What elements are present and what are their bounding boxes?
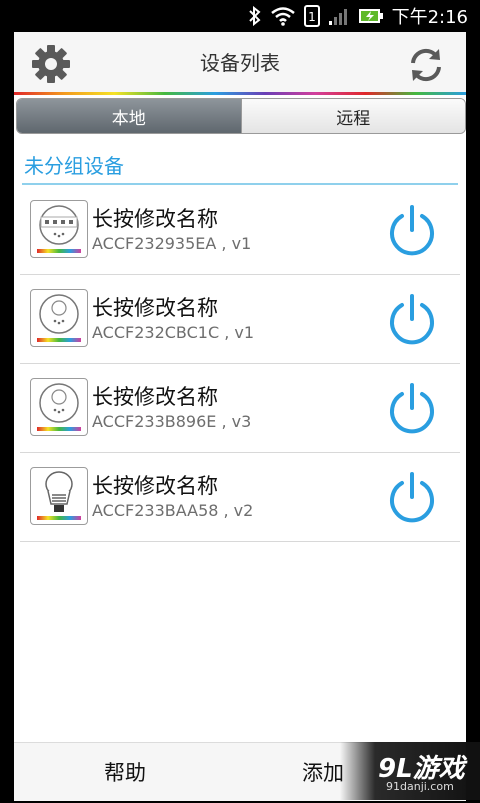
device-row[interactable]: 长按修改名称 ACCF232935EA , v1: [20, 186, 460, 275]
refresh-icon[interactable]: [406, 45, 446, 85]
round-controller-icon: [30, 378, 88, 436]
group-divider: [22, 183, 458, 185]
device-list: 长按修改名称 ACCF232935EA , v1 长按修改名称 ACCF232C…: [20, 186, 460, 542]
device-id: ACCF233BAA58 , v2: [92, 501, 254, 520]
group-title: 未分组设备: [24, 154, 124, 178]
rainbow-divider: [14, 92, 466, 95]
svg-text:1: 1: [308, 10, 316, 24]
led-bulb-icon: [30, 467, 88, 525]
title-bar: 设备列表: [14, 32, 466, 92]
status-icons: 1 下午2:16: [248, 0, 468, 32]
help-button[interactable]: 帮助: [104, 743, 146, 801]
page-title: 设备列表: [200, 51, 280, 75]
add-button[interactable]: 添加: [302, 743, 344, 801]
power-icon[interactable]: [386, 382, 438, 434]
device-name: 长按修改名称: [92, 296, 218, 320]
sim-card-icon: 1: [303, 5, 320, 27]
round-controller-icon: [30, 289, 88, 347]
bluetooth-icon: [248, 6, 261, 26]
device-name: 长按修改名称: [92, 474, 218, 498]
device-id: ACCF232CBC1C , v1: [92, 323, 255, 342]
wifi-icon: [270, 7, 295, 26]
device-id: ACCF233B896E , v3: [92, 412, 252, 431]
device-row[interactable]: 长按修改名称 ACCF233B896E , v3: [20, 364, 460, 453]
watermark-url: 91danji.com: [386, 780, 454, 793]
power-icon[interactable]: [386, 204, 438, 256]
power-icon[interactable]: [386, 293, 438, 345]
app-window: 设备列表 本地 远程 未分组设备 长按修改名称 ACCF232935EA , v…: [14, 32, 466, 801]
device-name: 长按修改名称: [92, 385, 218, 409]
power-icon[interactable]: [386, 471, 438, 523]
device-id: ACCF232935EA , v1: [92, 234, 252, 253]
status-time: 下午2:16: [391, 7, 468, 28]
tab-local[interactable]: 本地: [17, 99, 241, 133]
light-strip-controller-icon: [30, 200, 88, 258]
battery-charging-icon: [358, 9, 383, 23]
device-name: 长按修改名称: [92, 207, 218, 231]
tab-bar: 本地 远程: [16, 98, 466, 134]
tab-remote[interactable]: 远程: [240, 99, 465, 133]
device-row[interactable]: 长按修改名称 ACCF233BAA58 , v2: [20, 453, 460, 542]
signal-icon: [328, 9, 347, 25]
status-bar: 1 下午2:16: [0, 0, 480, 32]
device-row[interactable]: 长按修改名称 ACCF232CBC1C , v1: [20, 275, 460, 364]
